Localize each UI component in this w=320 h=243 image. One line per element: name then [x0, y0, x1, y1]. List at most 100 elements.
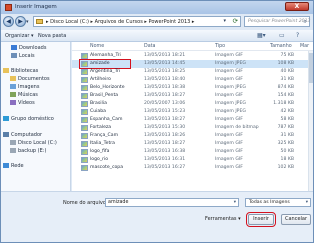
file-row[interactable]: Brasilia 20/05/2007 13:06 Imagem JPEG 1.318… — [72, 100, 308, 108]
address-dropdown-icon[interactable]: ▾ — [223, 18, 226, 24]
file-row[interactable]: Cuiaba 13/05/2013 15:23 Imagem JPEG 42 KB — [72, 108, 308, 116]
file-row[interactable]: logo_fifa 13/05/2013 16:38 Imagem GIF 50 KB — [72, 148, 308, 156]
back-arrow-icon: ◀ — [6, 18, 11, 25]
address-bar[interactable]: ▸ Disco Local (C:) ▸ Arquivos de Cursos … — [33, 16, 241, 27]
file-size: 31 KB — [280, 77, 294, 82]
file-row[interactable]: Fortaleza 13/05/2013 15:30 Imagem de bitma… — [72, 124, 308, 132]
file-name: Alemanha_Tri — [90, 53, 121, 58]
nav-item[interactable]: Locais — [1, 52, 71, 60]
image-file-icon — [81, 101, 88, 107]
file-date: 13/05/2013 15:23 — [144, 109, 186, 114]
back-button[interactable]: ◀ — [3, 16, 14, 27]
documents-icon — [10, 76, 16, 81]
filename-input[interactable]: amizade ▾ — [105, 198, 239, 207]
file-date: 13/05/2013 16:27 — [144, 165, 186, 170]
chevron-down-icon[interactable]: ▾ — [234, 200, 236, 205]
recent-locations-dropdown[interactable]: ▾ — [26, 19, 29, 25]
file-name: Artilheiro — [90, 77, 111, 82]
nav-item-label: Músicas — [18, 92, 38, 98]
title-bar[interactable]: Inserir Imagem X — [1, 1, 313, 14]
address-row: ◀ ▶ ▾ ▸ Disco Local (C:) ▸ Arquivos de C… — [1, 14, 313, 30]
image-file-icon — [81, 117, 88, 123]
nav-item[interactable]: Músicas — [1, 91, 71, 99]
file-type: Imagem JPEG — [215, 85, 246, 90]
nav-item[interactable]: Downloads — [1, 44, 71, 52]
new-folder-button[interactable]: Nova pasta — [38, 33, 66, 39]
nav-item[interactable]: Grupo doméstico — [1, 115, 71, 123]
forward-button[interactable]: ▶ — [15, 16, 26, 27]
file-date: 13/05/2013 18:27 — [144, 117, 186, 122]
nav-item[interactable]: Computador — [1, 131, 71, 139]
homegroup-icon — [3, 116, 9, 121]
file-row[interactable]: Italia_Tetra 13/05/2013 18:27 Imagem GIF 32… — [72, 140, 308, 148]
file-type: Imagem GIF — [215, 93, 243, 98]
nav-item[interactable]: Disco Local (C:) — [1, 139, 71, 147]
music-icon — [10, 92, 16, 97]
file-size: 75 KB — [280, 53, 294, 58]
column-extra[interactable]: Mar — [300, 44, 309, 49]
nav-item[interactable]: backup (E:) — [1, 147, 71, 155]
file-size: 325 KB — [277, 141, 294, 146]
nav-item-label: backup (E:) — [18, 148, 47, 154]
nav-item[interactable]: Documentos — [1, 75, 71, 83]
help-icon[interactable]: ? — [296, 32, 299, 39]
file-row[interactable]: Argentina_Tri 13/05/2013 18:25 Imagem GIF 4… — [72, 68, 308, 76]
refresh-icon[interactable]: ⟳ — [233, 17, 238, 25]
file-size: 42 KB — [280, 109, 294, 114]
file-name: Brasilia — [90, 101, 107, 106]
chevron-down-icon[interactable]: ▾ — [306, 200, 308, 205]
search-input[interactable]: Pesquisar PowerPoint 2013 ⌕ — [244, 16, 310, 27]
column-size[interactable]: Tamanho — [270, 44, 292, 49]
file-row[interactable]: Belo_Horizonte 13/05/2013 18:38 Imagem JPE… — [72, 84, 308, 92]
file-name: Fortaleza — [90, 125, 112, 130]
nav-item[interactable]: Imagens — [1, 83, 71, 91]
image-file-icon — [81, 165, 88, 171]
file-row[interactable]: França_Cam 13/05/2013 18:26 Imagem GIF 31 K… — [72, 132, 308, 140]
nav-item-label: Imagens — [18, 84, 40, 90]
file-name: Cuiaba — [90, 109, 106, 114]
file-row[interactable]: Artilheiro 13/05/2013 18:40 Imagem GIF 31 K… — [72, 76, 308, 84]
vertical-scrollbar[interactable] — [308, 51, 313, 191]
image-file-icon — [81, 77, 88, 83]
insert-button[interactable]: Inserir — [246, 212, 276, 227]
breadcrumb[interactable]: ▸ Disco Local (C:) ▸ Arquivos de Cursos … — [46, 19, 194, 25]
file-type: Imagem de bitmap — [215, 125, 259, 130]
column-name[interactable]: Nome — [90, 44, 104, 49]
search-icon[interactable]: ⌕ — [304, 18, 307, 26]
preview-pane-icon[interactable]: ▭ — [279, 32, 285, 39]
file-size: 787 KB — [277, 125, 294, 130]
organize-menu[interactable]: Organizar ▾ — [5, 33, 34, 39]
file-type-value: Todas as Imagens — [249, 200, 290, 205]
file-row[interactable]: mascote_copa 13/05/2013 16:27 Imagem GIF 10… — [72, 164, 308, 172]
file-size: 40 KB — [280, 69, 294, 74]
nav-item[interactable]: Vídeos — [1, 99, 71, 107]
nav-item[interactable]: Rede — [1, 162, 71, 170]
image-file-icon — [81, 149, 88, 155]
scrollbar-thumb[interactable] — [309, 53, 313, 83]
nav-item-label: Disco Local (C:) — [18, 140, 57, 146]
tools-menu[interactable]: Ferramentas ▾ — [205, 216, 241, 222]
file-type: Imagem GIF — [215, 149, 243, 154]
libraries-icon — [3, 68, 9, 73]
column-type[interactable]: Tipo — [215, 44, 225, 49]
file-name: França_Cam — [90, 133, 119, 138]
file-row[interactable]: Espanha_Cam 13/05/2013 18:27 Imagem GIF 58 … — [72, 116, 308, 124]
file-size: 31 KB — [280, 133, 294, 138]
file-type: Imagem GIF — [215, 165, 243, 170]
cancel-button[interactable]: Cancelar — [281, 214, 311, 225]
nav-item-label: Vídeos — [18, 100, 35, 106]
nav-item[interactable]: Bibliotecas — [1, 67, 71, 75]
view-options-icon[interactable]: ▦▾ — [257, 32, 266, 39]
network-icon — [3, 163, 9, 168]
file-row[interactable]: logo_rio 13/05/2013 16:31 Imagem GIF 18 KB — [72, 156, 308, 164]
file-row[interactable]: Brasil_Penta 13/05/2013 18:27 Imagem GIF 15… — [72, 92, 308, 100]
nav-item-label: Bibliotecas — [11, 68, 39, 74]
close-button[interactable]: X — [285, 2, 309, 11]
image-file-icon — [81, 157, 88, 163]
column-date[interactable]: Data — [144, 44, 155, 49]
file-type-select[interactable]: Todas as Imagens ▾ — [245, 198, 311, 207]
file-size: 50 KB — [280, 149, 294, 154]
image-file-icon — [81, 125, 88, 131]
file-size: 154 KB — [277, 93, 294, 98]
drive-icon — [10, 148, 16, 153]
